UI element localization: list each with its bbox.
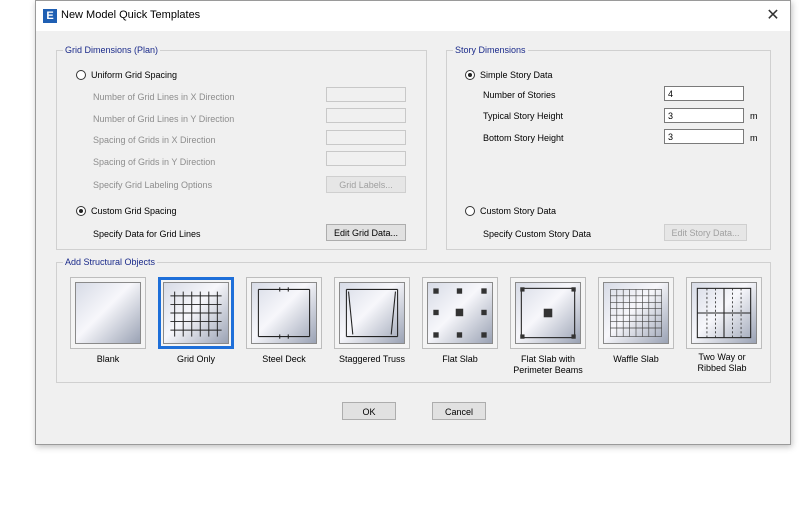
template-flat-slab[interactable] — [422, 277, 498, 349]
objects-group-title: Add Structural Objects — [63, 257, 158, 267]
tile-label-blank: Blank — [96, 354, 120, 364]
grid-labeling-label: Specify Grid Labeling Options — [93, 180, 213, 190]
custom-grid-radio[interactable] — [76, 206, 86, 216]
template-waffle-slab[interactable] — [598, 277, 674, 349]
template-ribbed-slab[interactable] — [686, 277, 762, 349]
template-blank[interactable] — [70, 277, 146, 349]
tile-label-waffle-slab: Waffle Slab — [613, 354, 659, 364]
typical-height-field[interactable] — [664, 108, 744, 123]
template-staggered-truss[interactable] — [334, 277, 410, 349]
custom-story-radio[interactable] — [465, 206, 475, 216]
grid-spacing-y-label: Spacing of Grids in Y Direction — [93, 157, 216, 167]
blank-icon — [75, 282, 141, 344]
num-stories-field[interactable] — [664, 86, 744, 101]
grid-lines-x-field[interactable] — [326, 87, 406, 102]
tile-label-staggered-truss: Staggered Truss — [338, 354, 406, 364]
template-flat-slab-perimeter-beams[interactable] — [510, 277, 586, 349]
custom-story-label: Custom Story Data — [480, 206, 557, 216]
bottom-height-label: Bottom Story Height — [483, 133, 564, 143]
specify-story-label: Specify Custom Story Data — [483, 229, 592, 239]
app-icon: E — [43, 9, 57, 23]
ribbed-slab-icon — [691, 282, 757, 344]
simple-story-label: Simple Story Data — [480, 70, 553, 80]
grid-spacing-x-label: Spacing of Grids in X Direction — [93, 135, 216, 145]
steel-deck-icon — [251, 282, 317, 344]
grid-icon — [163, 282, 229, 344]
staggered-truss-icon — [339, 282, 405, 344]
window-title: New Model Quick Templates — [61, 9, 201, 21]
tile-label-flat-slab: Flat Slab — [442, 354, 478, 364]
bottom-height-unit: m — [750, 133, 758, 143]
tile-label-steel-deck: Steel Deck — [262, 354, 306, 364]
tile-label-flat-slab-beams: Flat Slab with Perimeter Beams — [513, 354, 583, 375]
story-dimensions-group: Story Dimensions — [446, 45, 771, 250]
uniform-grid-radio[interactable] — [76, 70, 86, 80]
typical-height-unit: m — [750, 111, 758, 121]
flat-slab-icon — [427, 282, 493, 344]
grid-lines-y-field[interactable] — [326, 108, 406, 123]
grid-labels-button[interactable]: Grid Labels... — [326, 176, 406, 193]
cancel-button[interactable]: Cancel — [432, 402, 486, 420]
typical-height-label: Typical Story Height — [483, 111, 564, 121]
ok-button[interactable]: OK — [342, 402, 396, 420]
grid-lines-x-label: Number of Grid Lines in X Direction — [93, 92, 235, 102]
story-group-title: Story Dimensions — [453, 45, 528, 55]
specify-grid-label: Specify Data for Grid Lines — [93, 229, 201, 239]
waffle-slab-icon — [603, 282, 669, 344]
template-steel-deck[interactable] — [246, 277, 322, 349]
flat-slab-beams-icon — [515, 282, 581, 344]
edit-grid-data-button[interactable]: Edit Grid Data... — [326, 224, 406, 241]
custom-grid-label: Custom Grid Spacing — [91, 206, 177, 216]
template-grid-only[interactable] — [158, 277, 234, 349]
uniform-grid-label: Uniform Grid Spacing — [91, 70, 178, 80]
simple-story-radio[interactable] — [465, 70, 475, 80]
grid-spacing-x-field[interactable] — [326, 130, 406, 145]
bottom-height-field[interactable] — [664, 129, 744, 144]
tile-label-ribbed-slab: Two Way or Ribbed Slab — [697, 352, 747, 373]
num-stories-label: Number of Stories — [483, 90, 556, 100]
close-button[interactable]: ✕ — [762, 6, 784, 26]
title-bar: E New Model Quick Templates ✕ — [36, 1, 790, 31]
grid-dimensions-group: Grid Dimensions (Plan) — [56, 45, 427, 250]
grid-lines-y-label: Number of Grid Lines in Y Direction — [93, 114, 235, 124]
edit-story-data-button[interactable]: Edit Story Data... — [664, 224, 747, 241]
grid-spacing-y-field[interactable] — [326, 151, 406, 166]
grid-group-title: Grid Dimensions (Plan) — [63, 45, 161, 55]
tile-label-grid-only: Grid Only — [176, 354, 215, 364]
